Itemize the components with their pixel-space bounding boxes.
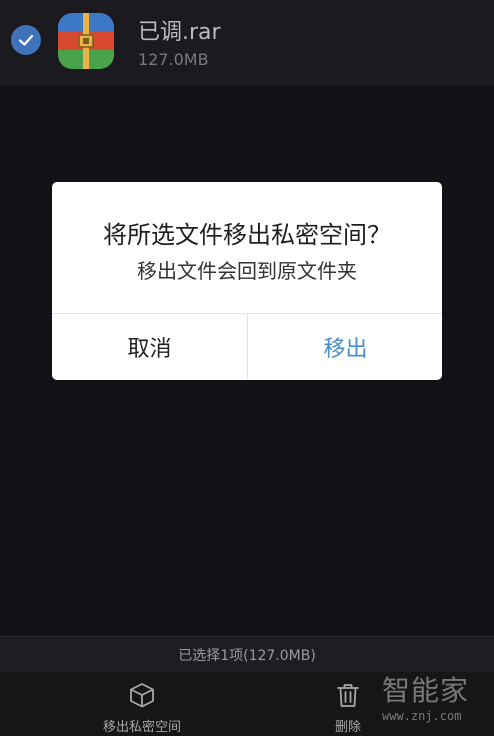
trash-icon (334, 672, 362, 713)
selection-status: 已选择1项(127.0MB) (0, 636, 494, 672)
rar-archive-icon (58, 13, 114, 69)
file-size: 127.0MB (138, 50, 209, 69)
checkmark-icon[interactable] (11, 25, 41, 55)
watermark: 智能家 www.znj.com (382, 674, 490, 732)
dialog-message: 移出文件会回到原文件夹 (137, 259, 357, 283)
move-out-private-space-button[interactable]: 移出私密空间 (92, 672, 192, 736)
move-out-label: 移出私密空间 (102, 720, 181, 735)
dialog-title: 将所选文件移出私密空间？ (103, 221, 391, 249)
file-list-item[interactable]: 已调.rar 127.0MB (0, 0, 494, 86)
delete-button[interactable]: 删除 (318, 672, 378, 736)
box-icon (128, 672, 156, 713)
cancel-button[interactable]: 取消 (52, 314, 247, 380)
watermark-logo: 智能家 (382, 674, 470, 707)
watermark-url: www.znj.com (382, 709, 462, 723)
delete-label: 删除 (334, 720, 361, 735)
move-out-button[interactable]: 移出 (248, 314, 442, 380)
confirm-dialog: 将所选文件移出私密空间？ 移出文件会回到原文件夹 取消 移出 (52, 182, 442, 380)
file-name: 已调.rar (138, 20, 221, 45)
